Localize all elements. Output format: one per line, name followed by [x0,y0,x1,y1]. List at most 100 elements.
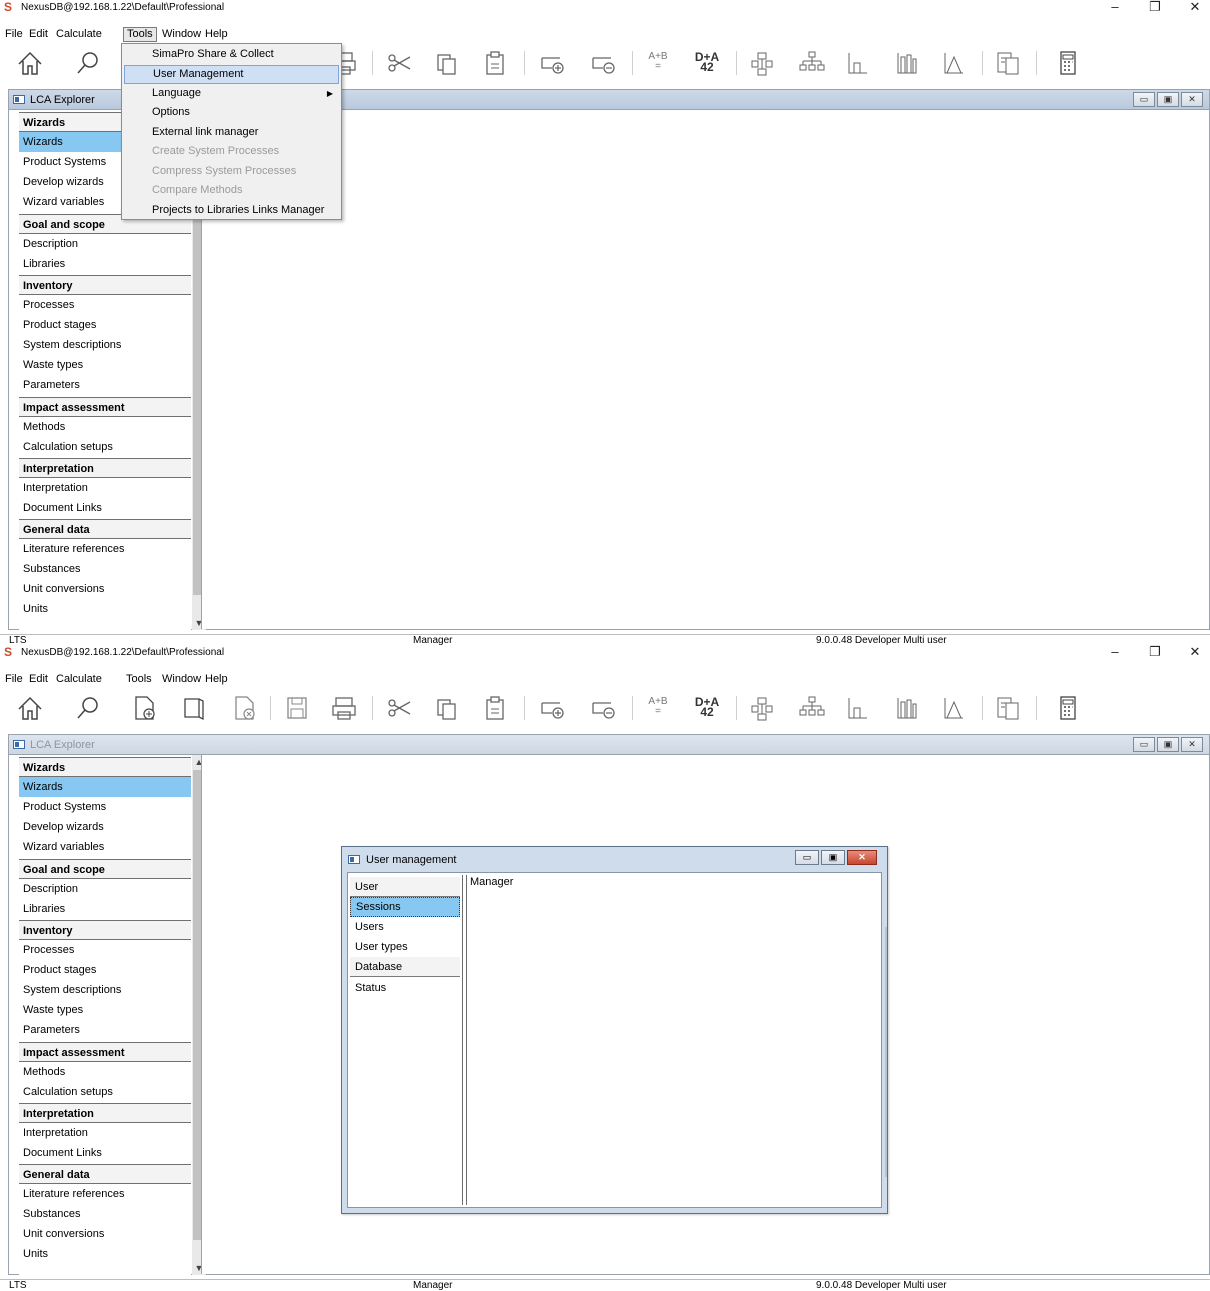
sidebar-item-interpretation[interactable]: Interpretation [19,478,191,498]
sidebar-item-parameters[interactable]: Parameters [19,1020,191,1040]
nav-item-status[interactable]: Status [350,978,460,998]
cut-button[interactable] [383,47,415,79]
minimize-button[interactable]: – [1100,0,1130,15]
restore-button[interactable]: ❐ [1140,645,1170,660]
close-button[interactable]: ✕ [1180,0,1210,15]
nav-item-users[interactable]: Users [350,917,460,937]
sidebar-item-unit-conversions[interactable]: Unit conversions [19,579,191,599]
menu-item-language[interactable]: Language ▶ [124,84,339,103]
add-row-button[interactable] [536,47,568,79]
sidebar-item-develop-wizards[interactable]: Develop wizards [19,817,191,837]
a-plus-b-button[interactable]: A+B = [642,697,674,717]
menu-item-simapro-share-collect[interactable]: SimaPro Share & Collect [124,45,339,64]
single-score-button[interactable] [842,47,874,79]
sidebar-item-calculation-setups[interactable]: Calculation setups [19,1082,191,1102]
remove-row-button[interactable] [587,692,619,724]
menu-window[interactable]: Window [159,672,204,687]
explorer-close-button[interactable]: ✕ [1181,92,1203,107]
explorer-minimize-button[interactable]: ▭ [1133,92,1155,107]
sidebar-item-product-stages[interactable]: Product stages [19,960,191,980]
sidebar-item-processes[interactable]: Processes [19,940,191,960]
sidebar-item-waste-types[interactable]: Waste types [19,355,191,375]
sidebar-item-interpretation[interactable]: Interpretation [19,1123,191,1143]
copy-button[interactable] [430,692,462,724]
tree-button[interactable] [796,47,828,79]
sidebar-item-description[interactable]: Description [19,879,191,899]
home-button[interactable] [14,47,46,79]
print-button[interactable] [328,692,360,724]
bar-chart-button[interactable] [891,47,923,79]
calculator-button[interactable] [1052,692,1084,724]
menu-calculate[interactable]: Calculate [53,672,105,687]
save-button[interactable] [281,692,313,724]
tree-button[interactable] [796,692,828,724]
menu-tools[interactable]: Tools [123,27,157,42]
search-button[interactable] [72,47,104,79]
close-button[interactable]: ✕ [1180,645,1210,660]
paste-button[interactable] [479,692,511,724]
sidebar-item-system-descriptions[interactable]: System descriptions [19,980,191,1000]
copy-button[interactable] [430,47,462,79]
sidebar-item-substances[interactable]: Substances [19,559,191,579]
home-button[interactable] [14,692,46,724]
menu-item-user-management[interactable]: User Management [124,65,339,84]
explorer-minimize-button[interactable]: ▭ [1133,737,1155,752]
new-document-button[interactable] [128,692,160,724]
sidebar-item-product-stages[interactable]: Product stages [19,315,191,335]
sidebar-item-waste-types[interactable]: Waste types [19,1000,191,1020]
sidebar-item-literature-references[interactable]: Literature references [19,539,191,559]
cut-button[interactable] [383,692,415,724]
menu-file[interactable]: File [2,672,26,687]
delete-document-button[interactable] [228,692,260,724]
menu-item-options[interactable]: Options [124,103,339,122]
distribution-button[interactable] [938,47,970,79]
sidebar-item-libraries[interactable]: Libraries [19,254,191,274]
open-book-button[interactable] [178,692,210,724]
paste-button[interactable] [479,47,511,79]
sidebar-item-wizard-variables[interactable]: Wizard variables [19,837,191,857]
sidebar-item-system-descriptions[interactable]: System descriptions [19,335,191,355]
session-entry[interactable]: Manager [470,876,513,888]
minimize-button[interactable]: – [1100,645,1130,660]
sidebar-item-wizards[interactable]: Wizards [19,777,191,797]
menu-calculate[interactable]: Calculate [53,27,105,42]
sidebar-item-calculation-setups[interactable]: Calculation setups [19,437,191,457]
calculator-button[interactable] [1052,47,1084,79]
sidebar-item-libraries[interactable]: Libraries [19,899,191,919]
restore-button[interactable]: ❐ [1140,0,1170,15]
sidebar-item-methods[interactable]: Methods [19,1062,191,1082]
sidebar-item-parameters[interactable]: Parameters [19,375,191,395]
nav-item-user-types[interactable]: User types [350,937,460,957]
menu-item-external-link-manager[interactable]: External link manager [124,123,339,142]
sidebar-item-document-links[interactable]: Document Links [19,1143,191,1163]
distribution-button[interactable] [938,692,970,724]
sidebar-item-description[interactable]: Description [19,234,191,254]
dialog-minimize-button[interactable]: ▭ [795,850,819,865]
network-button[interactable] [746,47,778,79]
a-plus-b-button[interactable]: A+B = [642,52,674,72]
explorer-maximize-button[interactable]: ▣ [1157,737,1179,752]
menu-edit[interactable]: Edit [26,672,51,687]
sidebar-item-document-links[interactable]: Document Links [19,498,191,518]
sidebar-item-processes[interactable]: Processes [19,295,191,315]
sidebar-item-units[interactable]: Units [19,599,191,619]
search-button[interactable] [72,692,104,724]
dialog-close-button[interactable]: ✕ [847,850,877,865]
single-score-button[interactable] [842,692,874,724]
d-plus-a-button[interactable]: D+A 42 [691,696,723,718]
bar-chart-button[interactable] [891,692,923,724]
sidebar-item-units[interactable]: Units [19,1244,191,1264]
d-plus-a-button[interactable]: D+A 42 [691,51,723,73]
sidebar-item-product-systems[interactable]: Product Systems [19,797,191,817]
menu-file[interactable]: File [2,27,26,42]
user-management-title-bar[interactable]: User management ▭ ▣ ✕ [342,847,887,871]
menu-edit[interactable]: Edit [26,27,51,42]
menu-window[interactable]: Window [159,27,204,42]
sidebar-item-unit-conversions[interactable]: Unit conversions [19,1224,191,1244]
sidebar-item-substances[interactable]: Substances [19,1204,191,1224]
remove-row-button[interactable] [587,47,619,79]
sidebar-item-literature-references[interactable]: Literature references [19,1184,191,1204]
explorer-maximize-button[interactable]: ▣ [1157,92,1179,107]
menu-tools[interactable]: Tools [123,672,155,687]
menu-help[interactable]: Help [202,672,231,687]
